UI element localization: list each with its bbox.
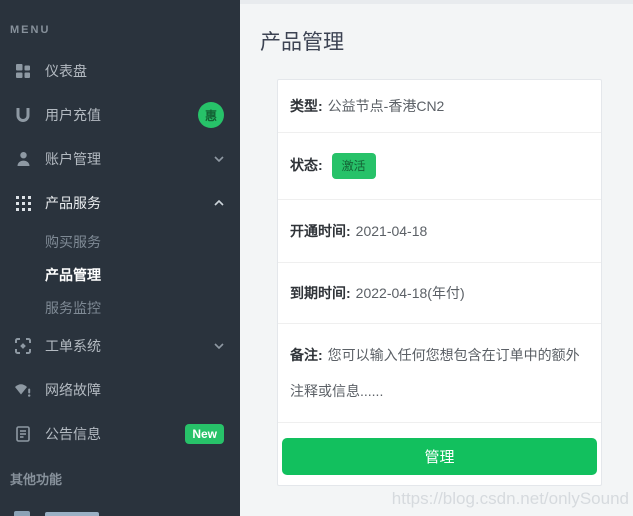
status-label: 状态:	[290, 157, 323, 173]
sidebar-nav: 仪表盘 用户充值 惠 账户管理	[0, 49, 240, 456]
sidebar-item-dashboard[interactable]: 仪表盘	[0, 49, 240, 93]
ticket-icon	[14, 337, 32, 355]
open-date-label: 开通时间:	[290, 223, 351, 239]
row-type: 类型: 公益节点-香港CN2	[278, 80, 601, 132]
sidebar-subitem-service-monitor[interactable]: 服务监控	[0, 291, 240, 324]
open-date-value: 2021-04-18	[356, 223, 428, 239]
row-open-date: 开通时间: 2021-04-18	[278, 199, 601, 262]
chevron-up-icon	[214, 200, 224, 206]
announcement-icon	[14, 425, 32, 443]
account-icon	[14, 150, 32, 168]
sidebar: MENU 仪表盘 用	[0, 0, 240, 516]
sidebar-item-network[interactable]: 网络故障	[0, 368, 240, 412]
product-card: 类型: 公益节点-香港CN2 状态: 激活 开通时间: 2021-04-18 到期时间…	[277, 79, 602, 486]
remark-value: 您可以输入任何您想包含在订单中的额外注释或信息......	[290, 347, 580, 399]
row-expire-date: 到期时间: 2022-04-18(年付)	[278, 262, 601, 323]
cutoff-item-icon	[14, 511, 30, 516]
sidebar-item-label: 公告信息	[45, 424, 101, 444]
watermark-text: https://blog.csdn.net/onlySound	[392, 489, 629, 509]
status-badge: 激活	[332, 153, 376, 179]
sidebar-item-account[interactable]: 账户管理	[0, 137, 240, 181]
top-edge-strip	[240, 0, 633, 4]
sidebar-item-label: 账户管理	[45, 149, 101, 169]
new-badge: New	[185, 424, 224, 444]
sidebar-subitem-product-manage[interactable]: 产品管理	[0, 258, 240, 291]
menu-section-header: MENU	[0, 0, 240, 36]
sidebar-item-label: 工单系统	[45, 336, 101, 356]
sidebar-item-label: 仪表盘	[45, 61, 87, 81]
sidebar-item-cutoff[interactable]	[0, 511, 240, 516]
row-status: 状态: 激活	[278, 132, 601, 199]
sidebar-item-tickets[interactable]: 工单系统	[0, 324, 240, 368]
button-area: 管理	[278, 422, 601, 485]
type-label: 类型:	[290, 98, 323, 114]
row-remark: 备注:您可以输入任何您想包含在订单中的额外注释或信息......	[278, 323, 601, 422]
expire-date-label: 到期时间:	[290, 285, 351, 301]
recharge-icon	[14, 106, 32, 124]
sidebar-item-label: 用户充值	[45, 105, 101, 125]
app-window: MENU 仪表盘 用	[0, 0, 633, 516]
promo-badge: 惠	[198, 102, 224, 128]
sidebar-item-announcements[interactable]: 公告信息 New	[0, 412, 240, 456]
sidebar-item-products[interactable]: 产品服务	[0, 181, 240, 225]
main-content: 产品管理 类型: 公益节点-香港CN2 状态: 激活 开通时间: 2021-04-18…	[240, 0, 633, 516]
products-submenu: 购买服务 产品管理 服务监控	[0, 225, 240, 324]
expire-date-value: 2022-04-18(年付)	[356, 285, 465, 301]
dashboard-icon	[14, 62, 32, 80]
other-section-header: 其他功能	[0, 469, 240, 488]
products-icon	[14, 194, 32, 212]
sidebar-item-label: 网络故障	[45, 380, 101, 400]
chevron-down-icon	[214, 343, 224, 349]
sidebar-item-label: 产品服务	[45, 193, 101, 213]
sidebar-item-recharge[interactable]: 用户充值 惠	[0, 93, 240, 137]
page-title: 产品管理	[260, 26, 633, 56]
sidebar-subitem-buy-service[interactable]: 购买服务	[0, 225, 240, 258]
manage-button[interactable]: 管理	[282, 438, 597, 475]
chevron-down-icon	[214, 156, 224, 162]
cutoff-item-label	[45, 512, 99, 516]
remark-label: 备注:	[290, 347, 323, 363]
network-fault-icon	[14, 381, 32, 399]
type-value: 公益节点-香港CN2	[328, 98, 445, 114]
